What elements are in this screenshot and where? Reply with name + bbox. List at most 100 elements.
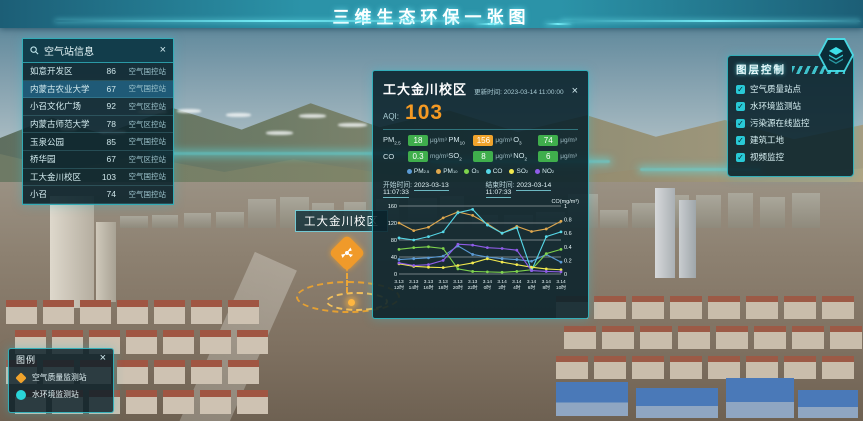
legend-item[interactable]: PM10 [436,168,457,175]
building [126,330,157,354]
svg-text:16时: 16时 [423,284,433,291]
building [708,356,740,379]
search-icon[interactable] [30,46,39,55]
station-list-panel: 空气站信息 × 如意开发区86空气国控站内蒙古农业大学67空气国控站小召文化广场… [22,38,174,205]
building [200,330,231,354]
marker-connector-line [346,273,348,293]
building [670,296,702,319]
svg-text:40: 40 [391,255,397,261]
layer-item[interactable]: ✓水环境监测站 [736,100,845,112]
building [822,356,854,379]
layer-item[interactable]: ✓空气质量站点 [736,83,845,95]
legend-item[interactable]: PM2.5 [407,168,429,175]
building [191,360,222,384]
building [154,360,185,384]
pollutant-value-badge: 18 [408,135,428,146]
close-icon[interactable]: × [572,86,578,97]
building [43,300,74,324]
station-name: 内蒙古农业大学 [30,83,94,95]
svg-text:18时: 18时 [438,284,448,291]
building [830,326,862,349]
time-range: 开始时间: 2023-03-13 11:07:33 结束时间: 2023-03-… [383,179,578,196]
svg-text:2时: 2时 [498,284,506,291]
station-aqi: 74 [94,189,116,199]
building [80,300,111,324]
building [191,300,222,324]
legend-item: 空气质量监测站 [16,372,106,383]
layer-item[interactable]: ✓污染源在线监控 [736,117,845,129]
station-name: 小召文化广场 [30,100,94,112]
svg-text:120: 120 [388,221,397,227]
building [655,188,675,278]
svg-text:8时: 8时 [543,284,551,291]
svg-text:0: 0 [394,272,397,278]
building [96,222,116,302]
building [696,195,721,228]
station-row[interactable]: 桥华园67空气区控站 [23,151,173,169]
layers-icon [826,45,846,65]
station-aqi: 67 [94,154,116,164]
pollutant-cell: PM10156μg/m³ [448,135,513,146]
station-row[interactable]: 小召74空气国控站 [23,186,173,204]
station-name: 工大金川校区 [30,171,94,183]
close-icon[interactable]: × [160,45,166,56]
building [754,326,786,349]
aqi-value: 103 [405,101,443,125]
marker-pointer [344,266,350,272]
building [708,296,740,319]
map-canvas[interactable]: 三维生态环保一张图 工大金川校区 空气站信息 × 如意开发区86空气国控站内蒙古… [0,0,863,421]
station-type: 空气区控站 [116,119,166,130]
svg-text:20时: 20时 [453,284,463,291]
svg-text:3.14: 3.14 [556,279,566,285]
building [602,326,634,349]
legend-title: 图例 [16,353,100,366]
legend-item[interactable]: CO [486,168,503,175]
svg-text:160: 160 [388,204,397,210]
building [228,300,259,324]
station-row[interactable]: 如意开发区86空气国控站 [23,63,173,81]
layer-item[interactable]: ✓建筑工地 [736,134,845,146]
close-icon[interactable]: × [100,353,106,366]
building [670,356,702,379]
layer-checkbox: ✓ [736,119,745,128]
svg-text:0: 0 [564,272,567,278]
svg-text:10时: 10时 [556,284,566,291]
pollutant-value-badge: 74 [538,135,558,146]
building [746,296,778,319]
station-row[interactable]: 小召文化广场92空气区控站 [23,98,173,116]
header-decoration-right [545,20,860,26]
pollutant-value-badge: 156 [473,135,493,146]
svg-text:3.13: 3.13 [409,279,419,285]
svg-text:3.14: 3.14 [512,279,522,285]
legend-item: 水环境监测站 [16,389,106,400]
svg-text:3.13: 3.13 [453,279,463,285]
station-row[interactable]: 内蒙古农业大学67空气国控站 [23,81,173,99]
pollutant-cell: NO26μg/m³ [513,151,578,162]
layer-item[interactable]: ✓视频监控 [736,151,845,163]
building [228,360,259,384]
svg-text:80: 80 [391,238,397,244]
station-row[interactable]: 工大金川校区103空气国控站 [23,169,173,187]
building [798,390,858,418]
building [746,356,778,379]
pollutant-cell: CO0.3mg/m³ [383,151,448,162]
station-type: 空气国控站 [116,66,166,77]
station-row[interactable]: 玉泉公园85空气国控站 [23,133,173,151]
station-row[interactable]: 内蒙古师范大学78空气区控站 [23,116,173,134]
svg-text:3.13: 3.13 [439,279,449,285]
legend-item[interactable]: NO2 [535,168,554,175]
legend-item[interactable]: SO2 [509,168,528,175]
building [163,330,194,354]
svg-text:4时: 4时 [513,284,521,291]
svg-text:3.13: 3.13 [394,279,404,285]
station-aqi: 78 [94,119,116,129]
layers-toggle-button[interactable] [818,38,854,72]
svg-text:1: 1 [564,204,567,210]
building [792,193,820,228]
station-type: 空气区控站 [116,101,166,112]
air-station-marker[interactable] [333,239,361,267]
building [154,300,185,324]
station-aqi: 85 [94,137,116,147]
building [248,199,276,228]
legend-item[interactable]: O3 [464,168,478,175]
